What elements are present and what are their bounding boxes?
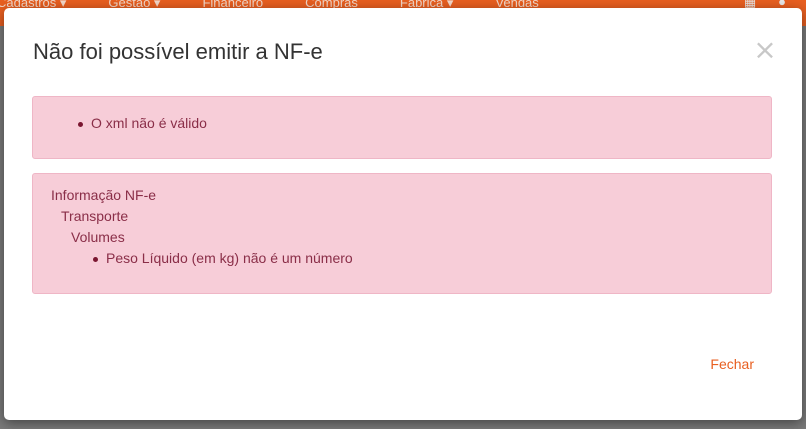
error-modal: Não foi possível emitir a NF-e × O xml n… <box>4 8 802 420</box>
details-group: Volumes <box>71 229 125 245</box>
close-button[interactable]: Fechar <box>710 356 754 372</box>
error-details-alert: Informação NF-e Transporte Volumes Peso … <box>32 173 772 294</box>
error-item: O xml não é válido <box>78 115 207 131</box>
details-error-item: Peso Líquido (em kg) não é um número <box>93 250 353 266</box>
details-section: Informação NF-e <box>51 187 157 203</box>
details-subsection: Transporte <box>61 208 129 224</box>
close-icon[interactable]: × <box>753 35 777 65</box>
error-alert: O xml não é válido <box>32 96 772 159</box>
modal-title: Não foi possível emitir a NF-e <box>33 39 323 64</box>
